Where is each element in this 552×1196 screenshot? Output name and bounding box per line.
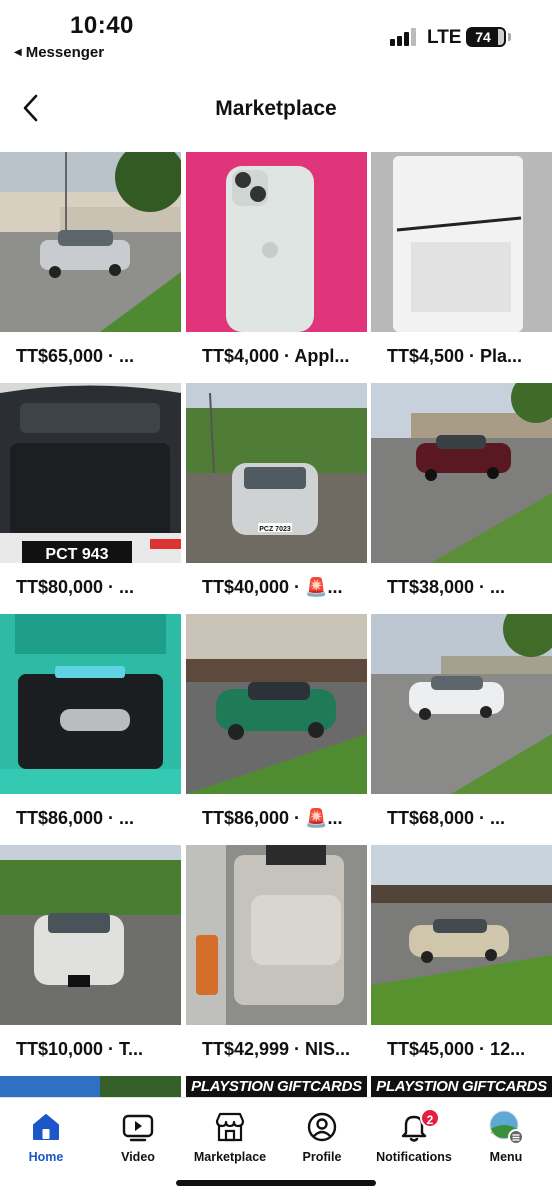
listing-card[interactable]: TT$65,000 · ...	[0, 152, 181, 382]
tab-label: Profile	[302, 1150, 342, 1164]
top-bar: Marketplace	[0, 80, 552, 140]
home-indicator	[176, 1180, 376, 1186]
listing-photo	[371, 614, 552, 794]
tab-label: Menu	[489, 1150, 523, 1164]
listing-card[interactable]: TT$86,000 · ...	[0, 614, 181, 844]
listing-photo-caption: PLAYSTION GIFTCARDS	[186, 1076, 367, 1098]
listing-photo	[0, 152, 181, 332]
listing-price: TT$45,000 · 12...	[387, 1039, 526, 1059]
listing-price: TT$38,000 · ...	[387, 577, 506, 597]
listing-price: TT$80,000 · ...	[16, 577, 135, 597]
listing-card[interactable]: TT$45,000 · 12...	[371, 845, 552, 1075]
listing-card-partial[interactable]	[0, 1076, 181, 1098]
listing-photo	[371, 152, 552, 332]
page-title: Marketplace	[215, 97, 337, 120]
back-triangle-icon: ◀	[14, 47, 22, 58]
listing-photo	[371, 383, 552, 563]
listing-photo	[0, 845, 181, 1025]
listing-price: TT$4,000 · Appl...	[202, 346, 350, 366]
listing-price: TT$86,000 · 🚨...	[202, 808, 343, 828]
listing-photo-caption: PLAYSTION GIFTCARDS	[371, 1076, 552, 1098]
listing-price: TT$65,000 · ...	[16, 346, 135, 366]
listing-photo	[186, 152, 367, 332]
clock: 10:40	[70, 12, 134, 39]
profile-icon	[307, 1112, 337, 1142]
notification-count-badge: 2	[420, 1108, 440, 1128]
battery-icon: 74	[466, 27, 511, 47]
listing-price: TT$4,500 · Pla...	[387, 346, 523, 366]
listing-photo: PCZ 7023	[186, 383, 367, 563]
listing-photo	[186, 845, 367, 1025]
listing-photo: PCT 943	[0, 383, 181, 563]
listing-card[interactable]: TT$38,000 · ...	[371, 383, 552, 613]
listing-photo	[0, 1076, 181, 1098]
listing-price: TT$42,999 · NIS...	[202, 1039, 351, 1059]
back-to-app-link[interactable]: ◀ Messenger	[14, 44, 104, 61]
listing-photo	[371, 845, 552, 1025]
listing-price: TT$40,000 · 🚨...	[202, 577, 343, 597]
tab-marketplace[interactable]: Marketplace	[184, 1108, 276, 1164]
listing-price: TT$86,000 · ...	[16, 808, 135, 828]
marketplace-icon	[215, 1112, 245, 1142]
video-icon	[122, 1114, 154, 1142]
listing-card[interactable]: TT$4,500 · Pla...	[371, 152, 552, 382]
listing-card-partial[interactable]: PLAYSTION GIFTCARDS	[186, 1076, 367, 1098]
tab-video[interactable]: Video	[92, 1108, 184, 1164]
tab-home[interactable]: Home	[0, 1108, 92, 1164]
listing-card[interactable]: TT$68,000 · ...	[371, 614, 552, 844]
listing-price: TT$10,000 · T...	[16, 1039, 144, 1059]
listing-card[interactable]: TT$10,000 · T...	[0, 845, 181, 1075]
signal-icon	[390, 28, 416, 46]
tab-label: Home	[28, 1150, 64, 1164]
listing-card[interactable]: PCZ 7023 TT$40,000 · 🚨...	[186, 383, 367, 613]
listing-photo	[0, 614, 181, 794]
listing-card[interactable]: TT$86,000 · 🚨...	[186, 614, 367, 844]
tab-profile[interactable]: Profile	[276, 1108, 368, 1164]
tab-notifications[interactable]: 2 Notifications	[368, 1108, 460, 1164]
back-app-label: Messenger	[25, 44, 105, 61]
listing-price: TT$68,000 · ...	[387, 808, 506, 828]
tab-label: Marketplace	[193, 1150, 267, 1164]
listing-card[interactable]: PCT 943 TT$80,000 · ...	[0, 383, 181, 613]
battery-level: 74	[475, 29, 491, 45]
license-plate-text: PCZ 7023	[259, 526, 291, 533]
menu-avatar-icon	[489, 1110, 524, 1145]
home-icon	[33, 1114, 59, 1140]
network-label: LTE	[427, 27, 462, 48]
listing-photo	[186, 614, 367, 794]
tab-label: Video	[121, 1150, 155, 1164]
tab-menu[interactable]: Menu	[460, 1108, 552, 1164]
listing-card-partial[interactable]: PLAYSTION GIFTCARDS	[371, 1076, 552, 1098]
tab-label: Notifications	[376, 1150, 452, 1164]
listing-card[interactable]: TT$4,000 · Appl...	[186, 152, 367, 382]
listing-card[interactable]: TT$42,999 · NIS...	[186, 845, 367, 1075]
license-plate-text: PCT 943	[45, 546, 108, 563]
status-bar: 10:40 ◀ Messenger LTE 74	[0, 0, 552, 70]
